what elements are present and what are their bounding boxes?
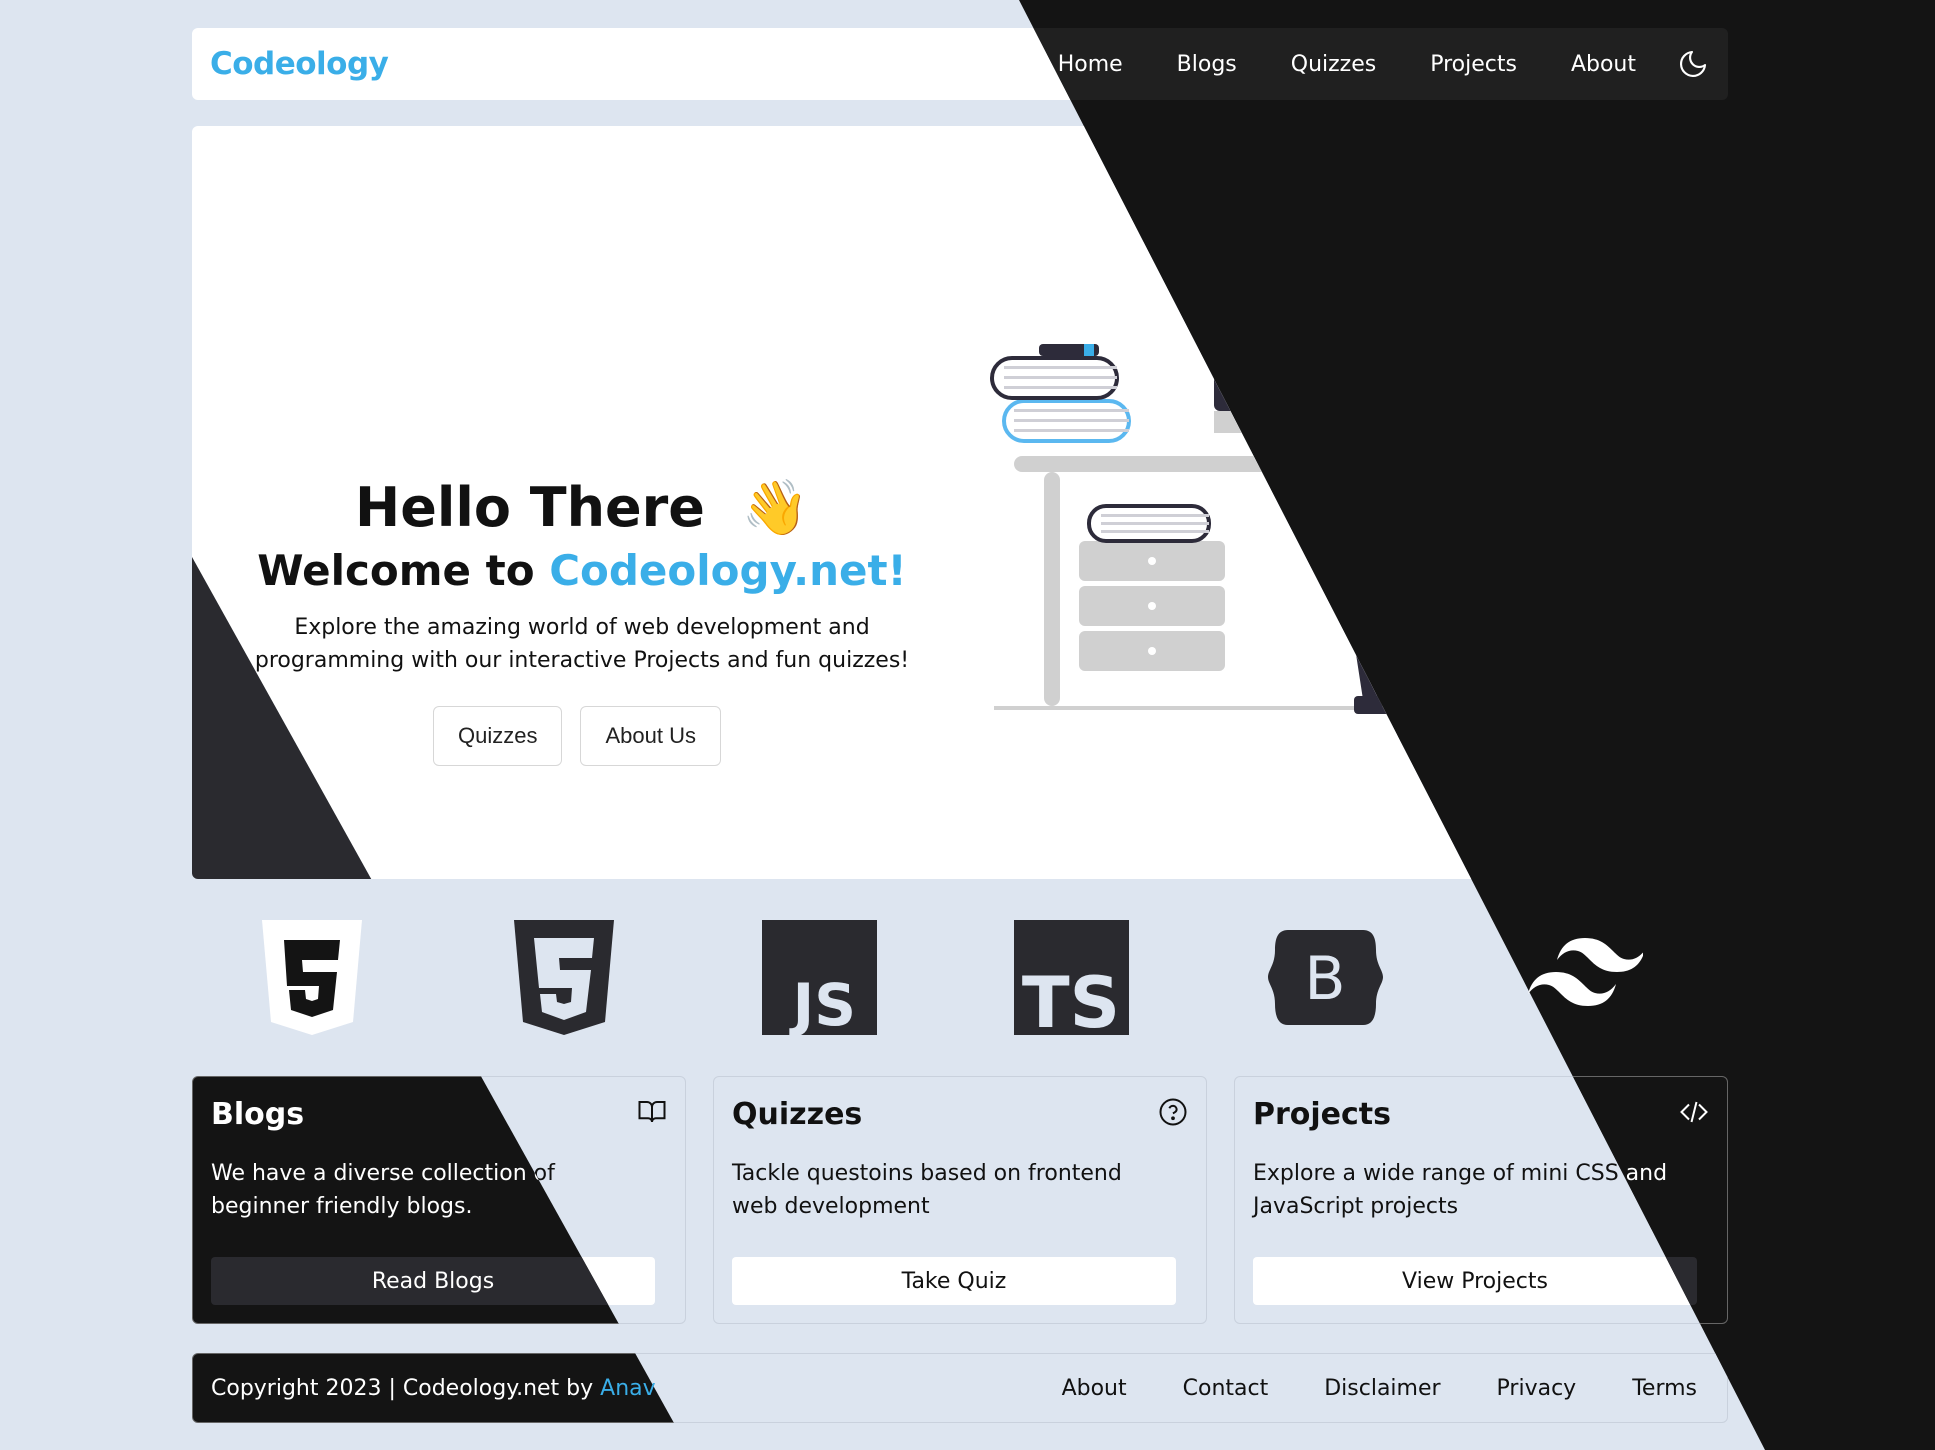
question-circle-icon — [1158, 1097, 1188, 1127]
theme-toggle-button-dark[interactable] — [1676, 47, 1710, 81]
book-open-icon — [637, 1097, 667, 1127]
hero-text: Hello There 👋 Welcome to Codeology.net! … — [192, 126, 972, 879]
footer-disclaimer-link[interactable]: Disclaimer — [1296, 1376, 1468, 1401]
footer-terms-link[interactable]: Terms — [1604, 1376, 1709, 1401]
svg-text:JS: JS — [789, 971, 856, 1035]
css3-icon — [506, 920, 621, 1035]
moon-icon-dark — [1680, 50, 1707, 77]
javascript-icon: JS — [762, 920, 877, 1035]
hero-title: Hello There 👋 — [192, 476, 972, 540]
card-blogs-title-dark: Blogs — [211, 1097, 305, 1132]
footer-author-link-dark[interactable]: Anav — [600, 1376, 656, 1401]
svg-text:B: B — [1304, 944, 1345, 1014]
hero-actions: Quizzes About Us — [433, 706, 721, 766]
hero-description: Explore the amazing world of web develop… — [192, 611, 972, 677]
html5-icon-dark — [254, 920, 369, 1035]
typescript-icon: TS — [1014, 920, 1129, 1035]
code-icon-dark — [1679, 1097, 1709, 1127]
card-quizzes-title: Quizzes — [732, 1097, 863, 1132]
card-quizzes-text-line2: web development — [732, 1194, 930, 1219]
nav-about-dark[interactable]: About — [1544, 52, 1663, 77]
footer-about-link[interactable]: About — [1034, 1376, 1155, 1401]
view-projects-button[interactable]: View Projects — [1253, 1257, 1697, 1305]
bootstrap-icon: B — [1268, 920, 1383, 1035]
wave-icon: 👋 — [741, 476, 809, 539]
hero-description-line1: Explore the amazing world of web develop… — [294, 615, 870, 640]
hero-title-text: Hello There — [355, 476, 705, 539]
card-quizzes-text-line1: Tackle questoins based on frontend — [732, 1161, 1122, 1186]
footer-copyright-text-dark: Copyright 2023 | Codeology.net by — [211, 1375, 601, 1401]
hero-quizzes-button[interactable]: Quizzes — [433, 706, 563, 766]
nav-links-dark: Home Blogs Quizzes Projects About — [1031, 47, 1710, 81]
card-quizzes: Quizzes Tackle questoins based on fronte… — [713, 1076, 1207, 1324]
card-projects-title: Projects — [1253, 1097, 1392, 1132]
hero-about-us-button[interactable]: About Us — [580, 706, 721, 766]
hero-description-line2: programming with our interactive Project… — [254, 648, 910, 673]
footer-links: About Contact Disclaimer Privacy Terms — [1034, 1376, 1709, 1401]
take-quiz-button[interactable]: Take Quiz — [732, 1257, 1176, 1305]
hero-subtitle: Welcome to Codeology.net! — [192, 546, 972, 595]
nav-quizzes-dark[interactable]: Quizzes — [1264, 52, 1403, 77]
nav-blogs-dark[interactable]: Blogs — [1150, 52, 1264, 77]
card-quizzes-text: Tackle questoins based on frontend web d… — [732, 1157, 1192, 1223]
footer-contact-link[interactable]: Contact — [1155, 1376, 1297, 1401]
tailwind-icon-dark — [1528, 920, 1643, 1035]
nav-projects-dark[interactable]: Projects — [1403, 52, 1544, 77]
footer-privacy-link[interactable]: Privacy — [1469, 1376, 1605, 1401]
svg-text:TS: TS — [1022, 962, 1120, 1035]
hero-subtitle-accent: Codeology.net! — [549, 546, 907, 595]
hero-subtitle-prefix: Welcome to — [257, 546, 550, 595]
footer-copyright-dark: Copyright 2023 | Codeology.net by Anav — [211, 1376, 656, 1401]
brand-logo[interactable]: Codeology — [210, 46, 389, 82]
